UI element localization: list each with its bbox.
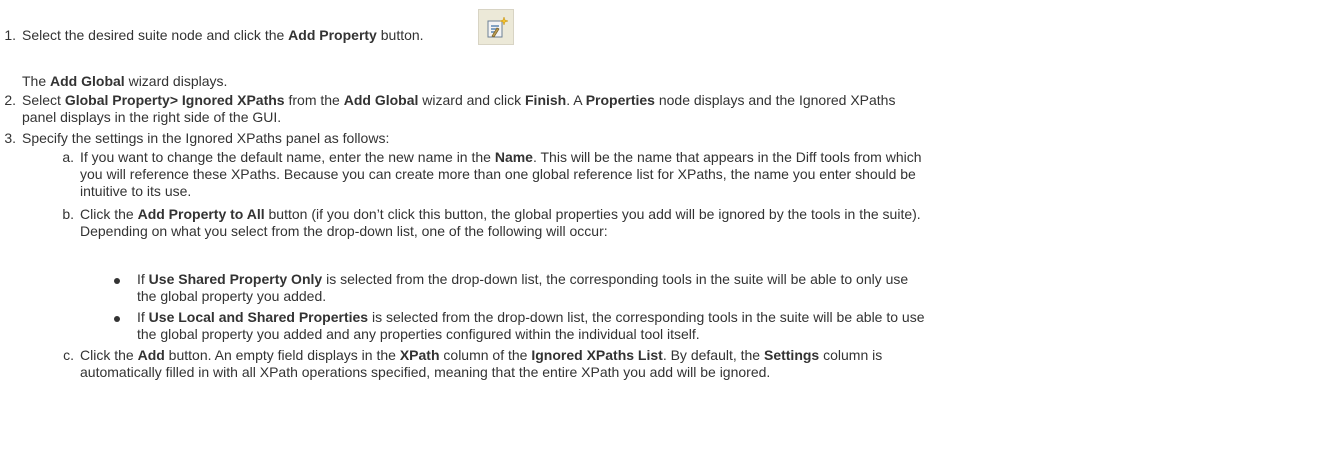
step-1-text: Select the desired suite node and click … [22,27,424,43]
step-1-result-text: The Add Global wizard displays. [22,73,228,89]
step-2-number: 2. [4,92,16,108]
step-2-text: Select Global Property> Ignored XPaths f… [22,92,896,125]
step-3-number: 3. [4,130,16,146]
substep-a-text: If you want to change the default name, … [80,149,922,199]
substep-b-number: b. [62,206,74,222]
bullet-item-2-text: If Use Local and Shared Properties is se… [137,309,925,342]
step-1-number: 1. [4,27,16,43]
bullet-item-1-text: If Use Shared Property Only is selected … [137,271,909,304]
substep-b-text: Click the Add Property to All button (if… [80,206,921,239]
substep-a-number: a. [62,149,74,165]
substep-c-text: Click the Add button. An empty field dis… [80,347,883,380]
step-3-text: Specify the settings in the Ignored XPat… [22,130,390,146]
substep-c-number: c. [63,347,74,363]
add-property-icon [478,9,514,45]
bullet-dot-1 [114,278,120,284]
bullet-dot-2 [114,316,120,322]
